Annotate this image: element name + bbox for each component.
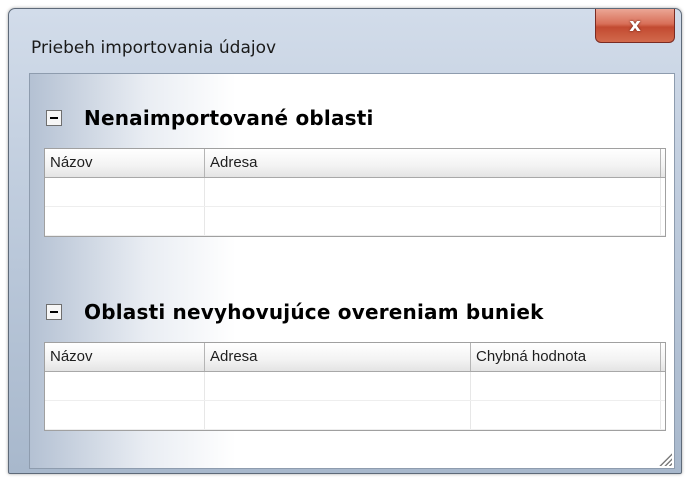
column-header-invalid-value[interactable]: Chybná hodnota [471,343,661,371]
validation-failed-areas-table: Názov Adresa Chybná hodnota [44,342,666,431]
column-header-name[interactable]: Názov [45,149,205,177]
section-header-validation: Oblasti nevyhovujúce overeniam buniek [46,298,544,326]
section-title-unimported: Nenaimportované oblasti [84,106,374,130]
table-cell [205,401,471,429]
section-title-validation: Oblasti nevyhovujúce overeniam buniek [84,300,544,324]
table-cell [471,401,661,429]
table-cell [45,207,205,235]
table-header: Názov Adresa Chybná hodnota [45,343,665,372]
column-header-name[interactable]: Názov [45,343,205,371]
table-row[interactable] [45,207,665,236]
table-row[interactable] [45,401,665,430]
section-header-unimported: Nenaimportované oblasti [46,104,374,132]
table-row[interactable] [45,372,665,401]
table-cell [45,178,205,206]
table-cell [45,372,205,400]
collapse-toggle-validation[interactable] [46,304,62,320]
column-header-address[interactable]: Adresa [205,149,661,177]
dialog-title: Priebeh importovania údajov [31,38,277,58]
table-cell [205,178,661,206]
table-cell [45,401,205,429]
title-bar[interactable]: Priebeh importovania údajov x [9,9,681,69]
table-cell [205,207,661,235]
close-button[interactable]: x [595,9,675,43]
table-row[interactable] [45,178,665,207]
close-icon: x [629,15,641,36]
table-cell [471,372,661,400]
dialog-client-area: Nenaimportované oblasti Názov Adresa Obl… [29,73,675,469]
unimported-areas-table: Názov Adresa [44,148,666,237]
import-progress-dialog: Priebeh importovania údajov x Nenaimport… [8,8,682,474]
table-cell [205,372,471,400]
resize-grip-icon[interactable] [658,452,672,466]
collapse-toggle-unimported[interactable] [46,110,62,126]
column-header-address[interactable]: Adresa [205,343,471,371]
table-header: Názov Adresa [45,149,665,178]
